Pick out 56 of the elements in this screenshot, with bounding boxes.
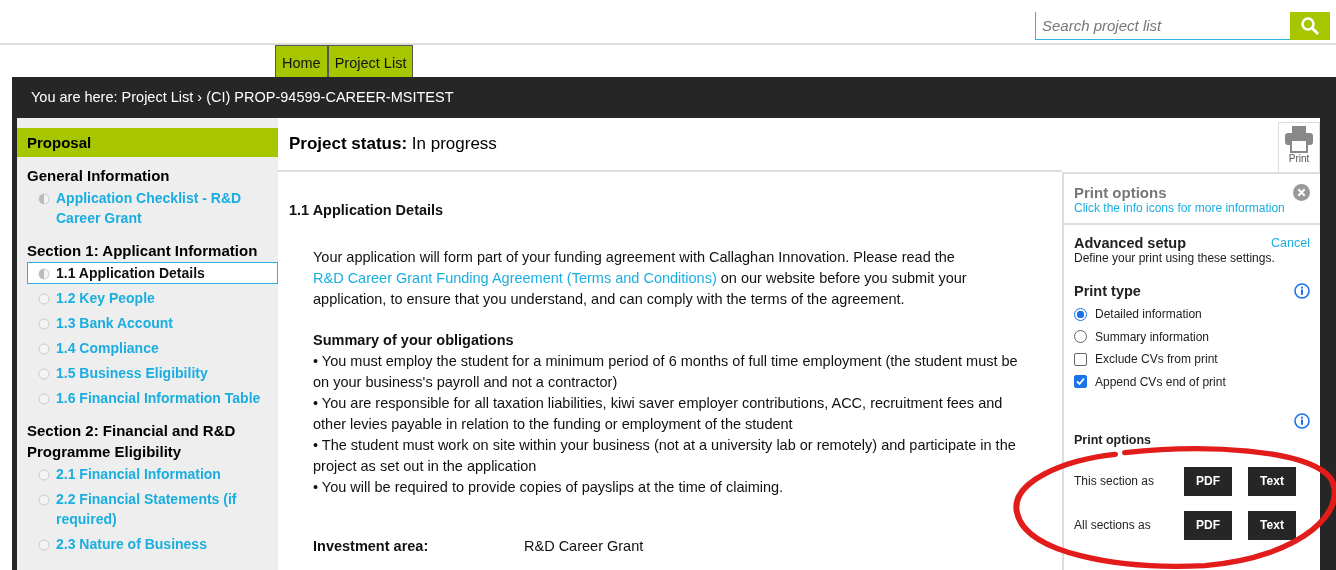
section-heading: Section 2: Financial and R&D Programme Eligibility: [26, 421, 237, 462]
checkbox[interactable]: [1074, 352, 1087, 366]
sidebar-item[interactable]: Application Checklist - R&D Career Grant: [27, 187, 278, 229]
print-type-title: Print type: [1074, 283, 1141, 299]
project-status: Project status: In progress: [278, 118, 1062, 172]
radio-button[interactable]: [1074, 307, 1087, 321]
setup-description: Define your print using these settings.: [1074, 251, 1276, 265]
close-icon[interactable]: [1293, 184, 1310, 201]
print-button[interactable]: Print: [1278, 122, 1320, 172]
cancel-link[interactable]: Cancel: [1271, 236, 1310, 250]
info-icon[interactable]: [1294, 413, 1310, 429]
sidebar-item[interactable]: 2.1 Financial Information: [27, 463, 278, 485]
nav-tab[interactable]: Project List: [327, 45, 414, 77]
panel-hint: Click the info icons for more information: [1074, 201, 1286, 215]
option-label: Summary information: [1095, 329, 1210, 344]
sidebar-item[interactable]: 2.3 Nature of Business: [27, 533, 278, 555]
obligation-item: • You must employ the student for a minimum period of 6 months of full time employment (the student must be on your business's payroll and not a contractor): [313, 352, 1019, 392]
sidebar-item[interactable]: 2.2 Financial Statements (if required): [27, 488, 278, 530]
search-icon: [1300, 16, 1320, 36]
export-label: All sections as: [1074, 518, 1152, 532]
nav-tab[interactable]: Home: [275, 45, 328, 77]
checkbox[interactable]: [1074, 375, 1087, 389]
print-options-title: Print options: [1074, 433, 1153, 447]
section-heading: Section 1: Applicant Information: [26, 241, 259, 261]
printer-icon: [1284, 125, 1314, 153]
sidebar-item[interactable]: 1.2 Key People: [27, 287, 278, 309]
setup-title: Advanced setup: [1074, 235, 1186, 251]
obligation-item: • The student must work on site within your business (not at a university lab or remotely) and participate in the project as set out in the application: [313, 436, 1017, 476]
agreement-link[interactable]: R&D Career Grant Funding Agreement (Terms and Conditions): [313, 270, 717, 286]
export-button[interactable]: PDF: [1184, 510, 1232, 540]
sidebar-item[interactable]: 1.5 Business Eligibility: [27, 362, 278, 384]
info-icon[interactable]: [1294, 283, 1310, 299]
export-button[interactable]: PDF: [1184, 466, 1232, 496]
detail-label: Investment area:: [313, 537, 430, 556]
intro-paragraph: Your application will form part of your funding agreement with Callaghan Innovation. Please read the R&D Career Grant Funding Agreement (Terms and Conditions) on our website before you submit your application, to ensure that you understand, and can comply with the terms of the agreement.: [313, 248, 968, 309]
detail-value: R&D Career Grant: [524, 537, 645, 556]
export-label: This section as: [1074, 474, 1156, 488]
section-title: 1.1 Application Details: [289, 201, 445, 220]
option-label: Append CVs end of print: [1095, 374, 1226, 389]
panel-title: Print options: [1074, 184, 1168, 201]
radio-button[interactable]: [1074, 330, 1087, 344]
export-button[interactable]: Text: [1248, 466, 1296, 496]
sidebar-item[interactable]: 1.6 Financial Information Table: [27, 387, 278, 409]
obligation-item: • You are responsible for all taxation liabilities, kiwi saver employer contributions, ACC, recruitment fees and other levies payable in relation to the funding or employment of the student: [313, 394, 1004, 434]
sidebar-item[interactable]: 1.3 Bank Account: [27, 312, 278, 334]
search-field[interactable]: Search project list: [1035, 12, 1290, 40]
breadcrumb: You are here: Project List › (CI) PROP-94599-CAREER-MSITEST: [30, 88, 455, 107]
sidebar-title: Proposal: [17, 128, 278, 157]
section-heading: General Information: [26, 166, 171, 186]
sidebar-item[interactable]: 1.4 Compliance: [27, 337, 278, 359]
option-label: Detailed information: [1095, 307, 1202, 322]
sidebar-item[interactable]: 1.1 Application Details: [27, 262, 278, 284]
export-button[interactable]: Text: [1248, 510, 1296, 540]
obligation-item: • You will be required to provide copies of payslips at the time of claiming.: [313, 478, 785, 497]
option-label: Exclude CVs from print: [1095, 352, 1218, 367]
summary-title: Summary of your obligations: [313, 331, 515, 350]
